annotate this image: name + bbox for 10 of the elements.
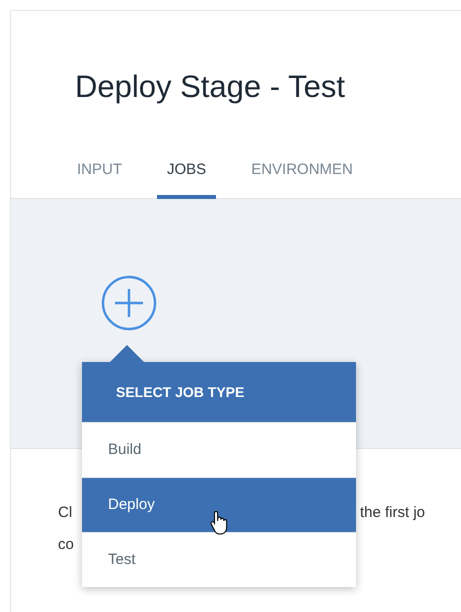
tab[interactable]: INPUT	[67, 161, 132, 199]
menu-item[interactable]: Deploy	[82, 477, 356, 532]
add-job-icon[interactable]	[101, 275, 157, 331]
page-title: Deploy Stage - Test	[74, 68, 346, 105]
description-text: the first jo	[360, 503, 426, 523]
tab[interactable]: ENVIRONMEN	[241, 161, 363, 199]
description-text: Cl	[58, 504, 72, 521]
menu-header: SELECT JOB TYPE	[82, 362, 356, 422]
hand-cursor-icon	[210, 510, 230, 536]
description-text: co	[58, 536, 74, 553]
